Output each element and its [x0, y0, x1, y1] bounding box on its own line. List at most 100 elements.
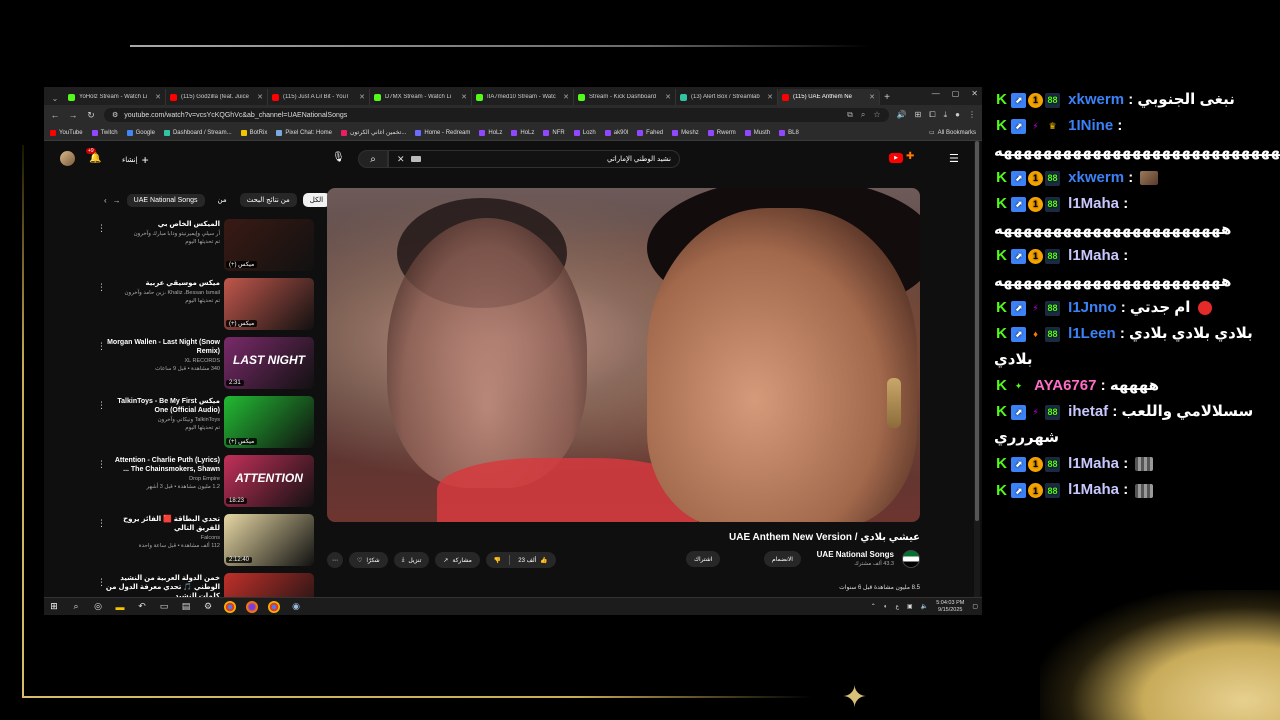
back-app-icon[interactable]: ↶: [136, 601, 148, 613]
bell-icon[interactable]: 🔔: [89, 153, 101, 164]
browser-tab[interactable]: D7MX Stream - Watch Li ✕: [370, 89, 472, 105]
bookmark-item[interactable]: BotRix: [240, 129, 267, 136]
bookmark-item[interactable]: Twitch: [91, 129, 118, 136]
chat-username[interactable]: l1Leen: [1068, 325, 1116, 342]
terminal-icon[interactable]: ▤: [180, 601, 192, 613]
tray-lang[interactable]: ع: [895, 603, 899, 610]
volume-icon[interactable]: 🔊: [897, 110, 907, 120]
settings-icon[interactable]: ⚙: [202, 601, 214, 613]
chips-next-icon[interactable]: →: [113, 196, 121, 205]
create-button[interactable]: إنشاء +: [122, 153, 149, 167]
all-bookmarks-button[interactable]: ▭ All Bookmarks: [929, 129, 976, 137]
recommendation-thumbnail[interactable]: (+) ميكس: [224, 396, 314, 448]
recommendation-thumbnail[interactable]: LAST NIGHT 2:31: [224, 337, 314, 389]
reload-icon[interactable]: ↻: [86, 110, 96, 121]
chrome-active-icon[interactable]: [268, 600, 280, 613]
channel-avatar[interactable]: [902, 550, 920, 568]
share-button[interactable]: ↗ مشاركة: [435, 552, 480, 568]
bookmark-item[interactable]: HoLz: [511, 129, 534, 136]
tray-app-icon[interactable]: ◐: [884, 604, 888, 610]
forward-icon[interactable]: →: [68, 110, 78, 120]
subscribe-button[interactable]: اشتراك: [686, 551, 721, 567]
chrome-icon[interactable]: [224, 600, 236, 613]
install-icon[interactable]: ⧉: [847, 110, 853, 120]
channel-name[interactable]: UAE National Songs: [817, 550, 894, 559]
profile-icon[interactable]: ●: [955, 110, 960, 120]
video-player[interactable]: [327, 188, 920, 522]
recommendation-item[interactable]: ⋮ تحدي البطاقة 🟥 الفائز يروح للفريق التا…: [92, 514, 318, 573]
file-explorer-icon[interactable]: ▬: [114, 601, 126, 613]
bookmark-item[interactable]: Home - Redream: [415, 129, 470, 136]
chip-from-search[interactable]: من نتائج البحث: [239, 193, 297, 207]
chat-username[interactable]: I1Jnno: [1068, 299, 1116, 316]
bookmark-item[interactable]: Dashboard / Stream...: [163, 129, 232, 136]
recommendation-item[interactable]: ⋮ ميكس موسيقي عربية Khaliz ،Bessan Ismai…: [92, 278, 318, 337]
network-icon[interactable]: ▣: [907, 603, 913, 610]
page-scrollbar[interactable]: [974, 141, 980, 597]
minimize-icon[interactable]: —: [932, 89, 940, 98]
tab-close-icon[interactable]: ✕: [869, 93, 875, 101]
tab-close-icon[interactable]: ✕: [155, 93, 161, 101]
bookmark-item[interactable]: HoLz: [479, 129, 502, 136]
user-avatar[interactable]: [60, 151, 75, 166]
chat-username[interactable]: l1Maha: [1068, 482, 1119, 499]
puzzle-icon[interactable]: ⧠: [929, 110, 935, 120]
recommendation-thumbnail[interactable]: (+) ميكس: [224, 219, 314, 271]
tray-chevron-icon[interactable]: ⌃: [871, 603, 876, 610]
clock[interactable]: 5:04:03 PM 9/15/2025: [936, 600, 964, 614]
bookmark-item[interactable]: BL8: [779, 129, 799, 136]
browser-tab[interactable]: YoHolz Stream - Watch Li ✕: [64, 89, 166, 105]
clear-search-icon[interactable]: ✕: [397, 154, 405, 165]
join-button[interactable]: الانضمام: [764, 551, 801, 567]
recommendation-thumbnail[interactable]: 2:12:40: [224, 514, 314, 566]
zoom-icon[interactable]: ⌕: [861, 110, 865, 120]
bookmark-item[interactable]: Musth: [744, 129, 770, 136]
chat-username[interactable]: xkwerm: [1068, 91, 1124, 108]
browser-tab[interactable]: (115) Just A Lil Bit - YouT ✕: [268, 89, 370, 105]
scrollbar-thumb[interactable]: [975, 141, 979, 521]
download-icon[interactable]: ⤓: [944, 110, 948, 120]
chip-all[interactable]: الكل: [302, 193, 331, 207]
bookmark-star-icon[interactable]: ☆: [873, 110, 880, 120]
notification-center-icon[interactable]: ▢: [972, 603, 978, 610]
new-tab-button[interactable]: +: [880, 89, 894, 105]
chat-username[interactable]: 1INine: [1068, 117, 1113, 134]
monitor-icon[interactable]: ▭: [158, 601, 170, 613]
back-icon[interactable]: ←: [50, 110, 60, 120]
browser-tab[interactable]: (115) Godzilla (feat. Juice ✕: [166, 89, 268, 105]
recommendation-item[interactable]: ⋮ الميكس الخاص بي أر سيلي وإيميرنيتو ودا…: [92, 219, 318, 278]
recommendation-thumbnail[interactable]: (+) ميكس: [224, 278, 314, 330]
close-window-icon[interactable]: ✕: [971, 89, 978, 98]
browser-tab[interactable]: (13) Alert Box / Streamlab ✕: [676, 89, 778, 105]
tab-close-icon[interactable]: ✕: [563, 93, 569, 101]
taskbar-search-icon[interactable]: ⌕: [70, 601, 82, 613]
steam-icon[interactable]: ◉: [290, 601, 302, 613]
bookmark-item[interactable]: Google: [126, 129, 155, 136]
recommendation-item[interactable]: ⋮ ميكس TalkinToys - Be My First One (Off…: [92, 396, 318, 455]
bookmark-item[interactable]: Pixel Chat: Home: [276, 129, 332, 136]
search-button[interactable]: ⌕: [358, 150, 388, 168]
bookmark-item[interactable]: Meshz: [672, 129, 699, 136]
thanks-button[interactable]: ♡ شكرًا: [349, 552, 388, 568]
recommendation-item[interactable]: ⋮ Morgan Wallen - Last Night (Snow Remix…: [92, 337, 318, 396]
chat-username[interactable]: ihetaf: [1068, 403, 1108, 420]
dislike-button[interactable]: 👎: [486, 552, 509, 568]
bookmark-item[interactable]: Fahed: [637, 129, 663, 136]
extension-icon[interactable]: ⊞: [915, 110, 922, 120]
chips-prev-icon[interactable]: ‹: [104, 196, 107, 205]
windows-start-icon[interactable]: ⊞: [48, 601, 60, 613]
recommendation-thumbnail[interactable]: ATTENTION 18:23: [224, 455, 314, 507]
download-button[interactable]: ⤓ تنزيل: [393, 552, 430, 568]
maximize-icon[interactable]: ▢: [952, 89, 960, 98]
bookmark-item[interactable]: Lozh: [573, 129, 596, 136]
menu-dots-icon[interactable]: ⋮: [968, 110, 976, 120]
bookmark-item[interactable]: NFR: [543, 129, 565, 136]
tab-close-icon[interactable]: ✕: [767, 93, 773, 101]
hamburger-menu-icon[interactable]: ☰: [949, 152, 959, 165]
bookmark-item[interactable]: ak90l: [604, 129, 628, 136]
more-actions-button[interactable]: ⋯: [327, 552, 343, 568]
obs-icon[interactable]: ◎: [92, 601, 104, 613]
tab-close-icon[interactable]: ✕: [665, 93, 671, 101]
browser-tab[interactable]: IIA7med10 Stream - Watc ✕: [472, 89, 574, 105]
browser-tab[interactable]: (115) UAE Anthem Ne ✕: [778, 89, 880, 105]
